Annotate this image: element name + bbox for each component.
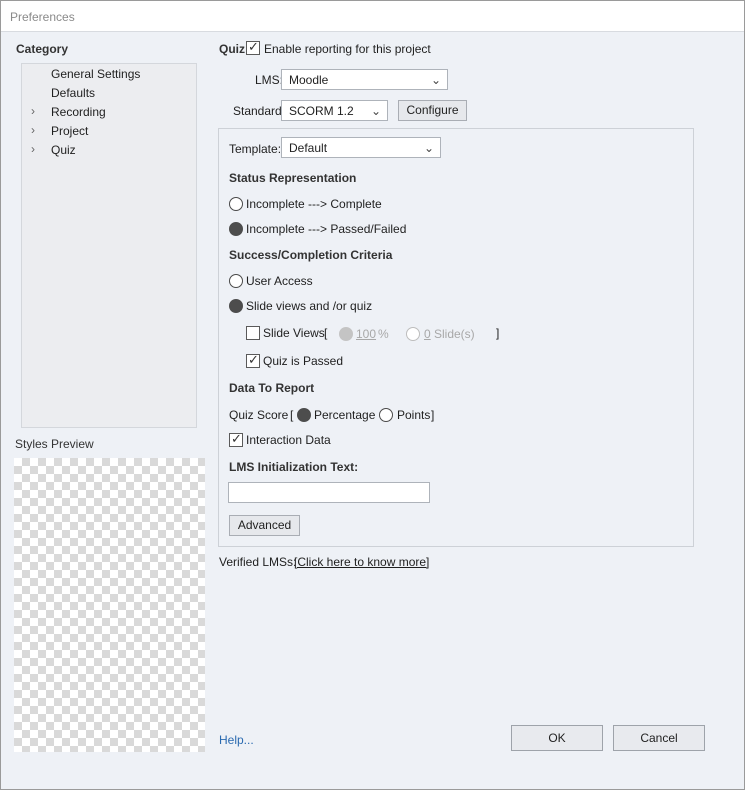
incomplete-passed-failed-label: Incomplete ---> Passed/Failed [246,222,407,236]
ok-button[interactable]: OK [511,725,603,751]
interaction-data-label: Interaction Data [246,433,331,447]
status-representation-heading: Status Representation [229,171,357,185]
window-title: Preferences [10,10,75,24]
slide-views-open-bracket: [ [324,326,328,340]
chevron-down-icon: ⌄ [430,73,441,87]
category-item-label: General Settings [51,67,141,81]
lms-init-text-heading: LMS Initialization Text: [229,460,359,474]
slide-views-quiz-radio[interactable] [229,299,243,313]
interaction-data-checkbox[interactable]: ✓ [229,431,243,447]
criteria-heading: Success/Completion Criteria [229,248,393,262]
slide-views-percent-radio[interactable] [339,327,353,341]
configure-button[interactable]: Configure [398,100,467,121]
chevron-right-icon[interactable]: › [31,104,35,118]
slide-views-percent-value[interactable]: 100 [356,327,376,341]
styles-preview-canvas [14,458,205,752]
percentage-label: Percentage [314,408,376,422]
incomplete-complete-label: Incomplete ---> Complete [246,197,382,211]
lms-select-value: Moodle [289,73,329,87]
category-item-quiz[interactable]: › Quiz [22,141,196,160]
category-heading: Category [16,42,69,56]
slide-views-count-radio[interactable] [406,327,420,341]
checkmark-icon: ✓ [248,352,259,367]
user-access-label: User Access [246,274,313,288]
slide-views-quiz-label: Slide views and /or quiz [246,299,373,313]
quiz-score-close-bracket: ] [431,408,435,422]
quiz-score-label: Quiz Score [229,408,289,422]
category-item-label: Project [51,124,89,138]
lms-label: LMS: [255,73,284,87]
title-bar: Preferences [1,1,744,32]
standard-label: Standard: [233,104,286,118]
standard-select[interactable]: SCORM 1.2 ⌄ [281,100,388,121]
slide-views-percent-unit: % [378,327,389,341]
category-item-project[interactable]: › Project [22,122,196,141]
styles-preview-heading: Styles Preview [15,437,94,451]
quiz-label: Quiz: [219,42,249,56]
enable-reporting-checkbox[interactable]: ✓ [246,39,260,55]
preferences-dialog: Preferences Category General Settings De… [0,0,745,790]
incomplete-complete-radio[interactable] [229,197,243,211]
lms-select[interactable]: Moodle ⌄ [281,69,448,90]
category-tree: General Settings Defaults › Recording › … [21,63,197,428]
category-item-label: Defaults [51,86,96,100]
chevron-right-icon[interactable]: › [31,123,35,137]
lms-init-text-input[interactable] [228,482,430,503]
template-label: Template: [229,142,282,156]
data-to-report-heading: Data To Report [229,381,315,395]
template-select-value: Default [289,141,328,155]
template-select[interactable]: Default ⌄ [281,137,441,158]
slide-views-label: Slide Views [263,326,325,340]
category-item-label: Quiz [51,143,76,157]
category-item-general-settings[interactable]: General Settings [22,65,196,84]
category-item-label: Recording [51,105,106,119]
incomplete-passed-failed-radio[interactable] [229,222,243,236]
verified-lms-label: Verified LMSs: [219,555,297,569]
chevron-right-icon[interactable]: › [31,142,35,156]
checkmark-icon: ✓ [231,431,242,446]
advanced-button[interactable]: Advanced [229,515,300,536]
checkmark-icon: ✓ [248,39,259,54]
verified-lms-link[interactable]: [Click here to know more] [294,555,429,569]
quiz-score-open-bracket: [ [290,408,294,422]
chevron-down-icon: ⌄ [423,141,434,155]
enable-reporting-label: Enable reporting for this project [264,42,431,56]
slide-views-count-unit: Slide(s) [434,327,475,341]
chevron-down-icon: ⌄ [370,104,381,118]
percentage-radio[interactable] [297,408,311,422]
standard-select-value: SCORM 1.2 [289,104,354,118]
quiz-passed-checkbox[interactable]: ✓ [246,352,260,368]
quiz-passed-label: Quiz is Passed [263,354,344,368]
slide-views-count-value[interactable]: 0 [424,327,431,341]
points-radio[interactable] [379,408,393,422]
help-link[interactable]: Help... [219,733,254,747]
slide-views-close-bracket: ] [496,326,500,340]
category-item-recording[interactable]: › Recording [22,103,196,122]
user-access-radio[interactable] [229,274,243,288]
category-item-defaults[interactable]: Defaults [22,84,196,103]
slide-views-checkbox[interactable] [246,326,260,340]
cancel-button[interactable]: Cancel [613,725,705,751]
points-label: Points [397,408,431,422]
